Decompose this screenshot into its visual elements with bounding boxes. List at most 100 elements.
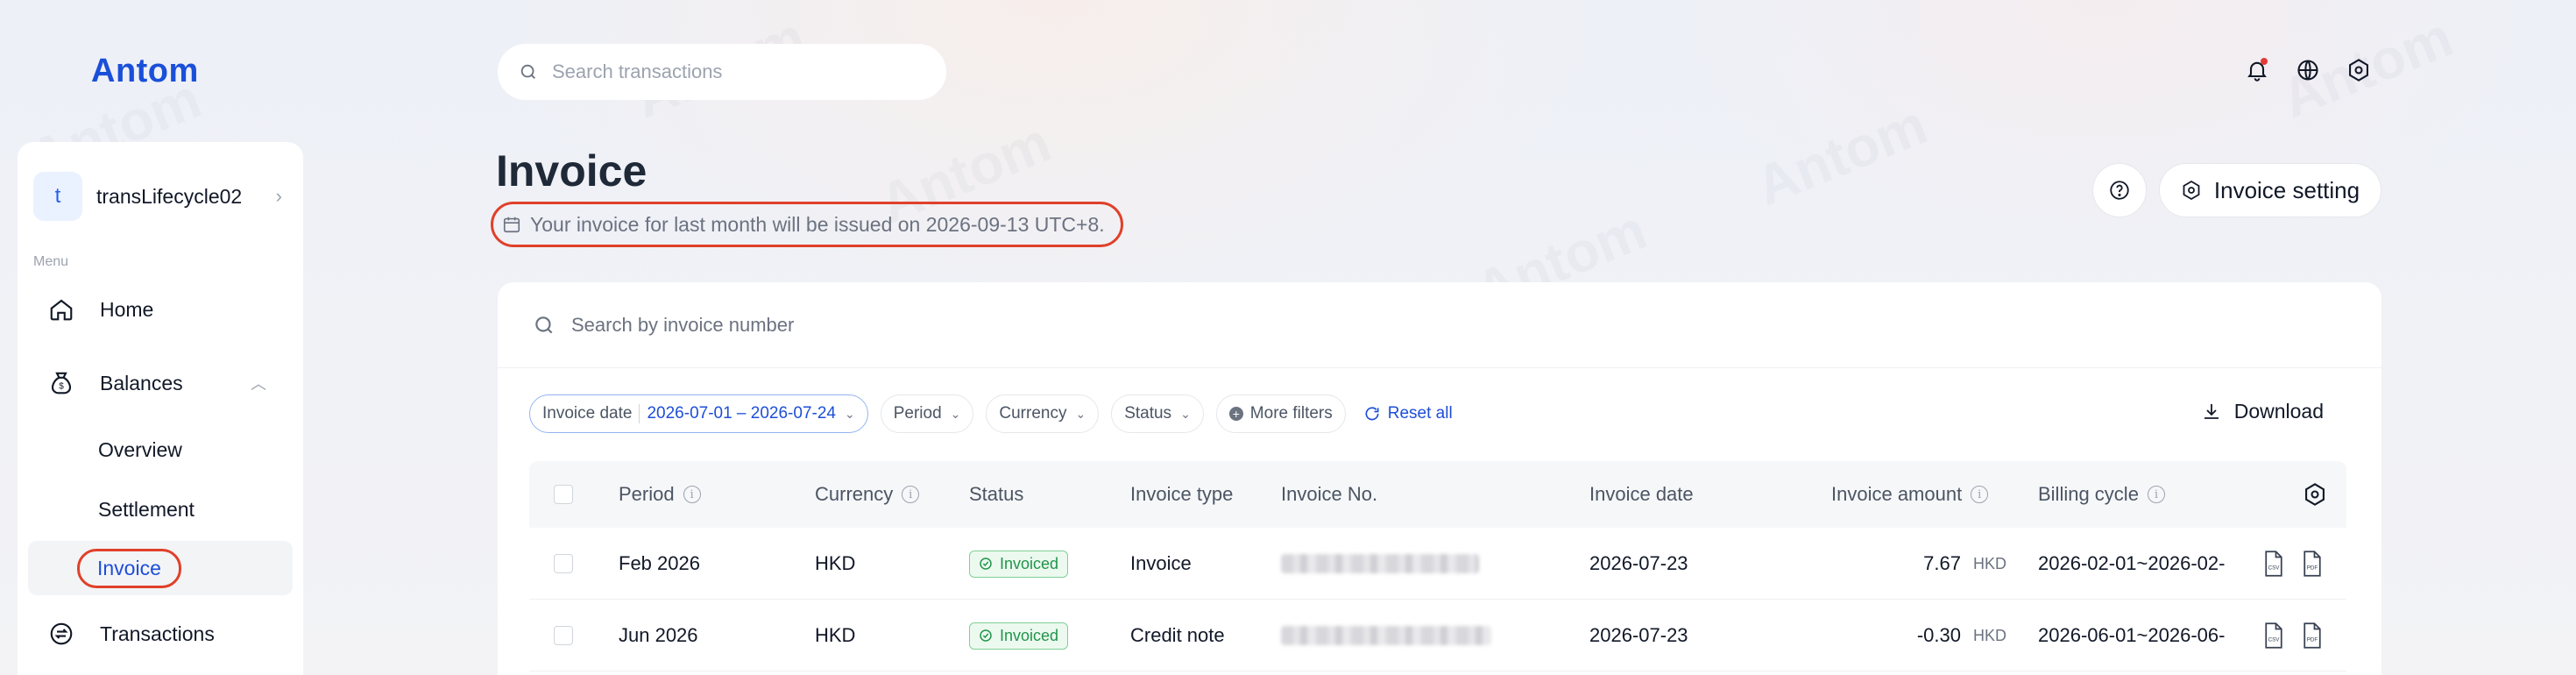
- cell-period: Feb 2026: [619, 552, 700, 574]
- sidebar-item-settlement[interactable]: Settlement: [28, 482, 293, 536]
- chevron-down-icon: ⌄: [1180, 406, 1191, 421]
- invoice-setting-label: Invoice setting: [2213, 176, 2360, 203]
- balances-icon: $: [44, 370, 79, 396]
- cell-status: Invoiced: [969, 528, 1069, 600]
- search-input[interactable]: [552, 60, 920, 83]
- settings-icon[interactable]: [2343, 54, 2374, 86]
- sidebar-item-label: Invoice: [77, 548, 181, 588]
- pdf-file-icon[interactable]: PDF: [2301, 528, 2324, 600]
- cell-invoice-amount: 7.67 HKD: [1831, 528, 2006, 600]
- info-icon[interactable]: i: [1971, 486, 1989, 503]
- more-filters-button[interactable]: + More filters: [1215, 394, 1346, 433]
- download-button[interactable]: Download: [2201, 400, 2324, 423]
- page-title: Invoice: [496, 146, 648, 195]
- bell-icon[interactable]: [2241, 54, 2273, 86]
- filter-label: Period: [893, 404, 942, 423]
- svg-text:CSV: CSV: [2268, 565, 2281, 571]
- table-row[interactable]: Feb 2026 HKD Invoiced Invoice 2026-07-23…: [529, 528, 2346, 600]
- column-settings-icon[interactable]: [2303, 482, 2327, 507]
- notice-text: Your invoice for last month will be issu…: [530, 212, 1105, 236]
- pdf-file-icon[interactable]: PDF: [2301, 600, 2324, 671]
- sidebar-item-overview[interactable]: Overview: [28, 423, 293, 477]
- watermark: Antom: [1746, 92, 1936, 218]
- invoice-notice: Your invoice for last month will be issu…: [491, 202, 1123, 247]
- column-invoice-type: Invoice type: [1130, 483, 1234, 505]
- filter-label: Invoice date: [542, 404, 633, 423]
- column-status: Status: [969, 483, 1024, 505]
- table-row[interactable]: Jun 2026 HKD Invoiced Credit note 2026-0…: [529, 600, 2346, 671]
- search-icon: [533, 314, 556, 337]
- table-header: Period i Currency i Status Invoice type …: [529, 461, 2346, 528]
- column-period: Period i: [619, 483, 701, 506]
- question-icon: [2108, 179, 2131, 202]
- filter-bar: Invoice date 2026-07-01 – 2026-07-24 ⌄ P…: [529, 394, 1453, 433]
- avatar: t: [33, 172, 82, 221]
- column-billing-cycle: Billing cycle i: [2038, 483, 2165, 506]
- column-label: Invoice amount: [1831, 483, 1963, 505]
- status-badge: Invoiced: [969, 550, 1069, 578]
- info-icon[interactable]: i: [2147, 486, 2165, 503]
- reset-all-button[interactable]: Reset all: [1363, 404, 1453, 423]
- currency-filter[interactable]: Currency ⌄: [986, 394, 1100, 433]
- sidebar-item-label: Transactions: [100, 622, 215, 645]
- filter-value: 2026-07-01 – 2026-07-24: [647, 404, 836, 423]
- transactions-icon: [44, 621, 79, 647]
- invoice-search[interactable]: [498, 282, 2381, 368]
- info-icon[interactable]: i: [683, 486, 701, 503]
- cell-invoice-date: 2026-07-23: [1589, 552, 1688, 574]
- menu-label: Menu: [33, 254, 69, 269]
- filter-label: Status: [1124, 404, 1172, 423]
- redacted-value: [1281, 554, 1479, 573]
- sidebar-item-label: Home: [100, 297, 154, 321]
- check-circle-icon: [979, 629, 993, 643]
- sidebar-item-transactions[interactable]: Transactions: [28, 607, 293, 661]
- account-switcher[interactable]: t transLifecycle02 ›: [33, 167, 287, 226]
- invoice-number-input[interactable]: [571, 313, 1272, 337]
- chevron-up-icon: ︿: [251, 375, 266, 393]
- info-icon[interactable]: i: [902, 486, 920, 503]
- sidebar-item-home[interactable]: Home: [28, 282, 293, 337]
- filter-label: More filters: [1249, 404, 1333, 423]
- globe-icon[interactable]: [2292, 54, 2324, 86]
- calendar-icon: [502, 215, 521, 234]
- cell-currency: HKD: [815, 624, 856, 646]
- select-all-checkbox[interactable]: [554, 485, 573, 504]
- cell-invoice-amount: -0.30 HKD: [1831, 600, 2006, 671]
- row-checkbox[interactable]: [554, 600, 573, 671]
- sidebar-item-label: Settlement: [98, 497, 195, 521]
- filter-label: Currency: [999, 404, 1067, 423]
- period-filter[interactable]: Period ⌄: [880, 394, 974, 433]
- amount-value: -0.30: [1916, 624, 1961, 646]
- column-invoice-amount: Invoice amount i: [1831, 483, 1989, 506]
- invoice-setting-button[interactable]: Invoice setting: [2159, 163, 2381, 217]
- sidebar-item-label: Balances: [100, 371, 183, 394]
- cell-invoice-type: Invoice: [1130, 552, 1192, 574]
- check-circle-icon: [979, 557, 993, 571]
- home-icon: [44, 296, 79, 323]
- column-label: Billing cycle: [2038, 483, 2139, 505]
- cell-currency: HKD: [815, 552, 856, 574]
- help-button[interactable]: [2092, 163, 2147, 217]
- sidebar-item-invoice[interactable]: Invoice: [28, 541, 293, 595]
- csv-file-icon[interactable]: CSV: [2262, 528, 2285, 600]
- status-text: Invoiced: [1000, 626, 1059, 644]
- chevron-down-icon: ⌄: [844, 406, 855, 421]
- cell-status: Invoiced: [969, 600, 1069, 671]
- divider: [639, 404, 640, 423]
- notification-dot: [2261, 58, 2268, 65]
- row-checkbox[interactable]: [554, 528, 573, 600]
- column-label: Period: [619, 483, 675, 505]
- search-icon: [519, 62, 538, 82]
- svg-text:PDF: PDF: [2307, 636, 2318, 643]
- cell-invoice-type: Credit note: [1130, 624, 1225, 646]
- sidebar-item-balances[interactable]: $ Balances ︿: [28, 356, 293, 410]
- invoice-card: Invoice date 2026-07-01 – 2026-07-24 ⌄ P…: [498, 282, 2381, 675]
- csv-file-icon[interactable]: CSV: [2262, 600, 2285, 671]
- status-filter[interactable]: Status ⌄: [1111, 394, 1204, 433]
- invoice-date-filter[interactable]: Invoice date 2026-07-01 – 2026-07-24 ⌄: [529, 394, 868, 433]
- transaction-search[interactable]: [498, 44, 946, 100]
- logo[interactable]: Antom: [91, 53, 199, 90]
- column-currency: Currency i: [815, 483, 920, 506]
- cell-period: Jun 2026: [619, 624, 698, 646]
- cell-invoice-no-redacted: [1281, 600, 1491, 671]
